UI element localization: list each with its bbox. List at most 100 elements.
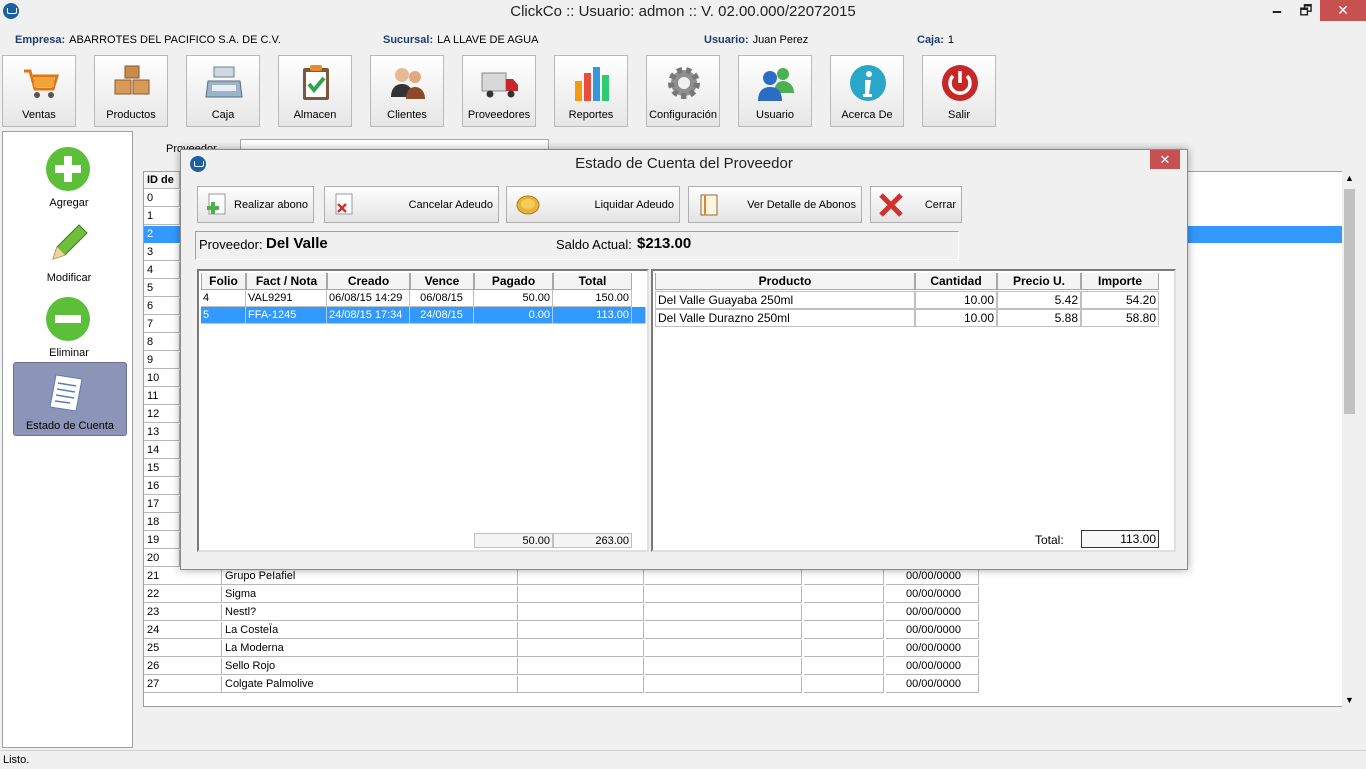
notas-grid[interactable]: Folio Fact / Nota Creado Vence Pagado To… [197,269,649,552]
col-folio[interactable]: Folio [201,273,246,290]
ver-detalle-abonos-button[interactable]: Ver Detalle de Abonos [688,186,862,223]
cell-id: 3 [144,244,180,261]
col-total[interactable]: Total [553,273,632,290]
maximize-button[interactable]: 🗗 [1292,0,1320,21]
col-producto[interactable]: Producto [655,273,915,290]
cell-empty [645,586,802,603]
shopping-cart-icon [24,69,60,98]
cell-date: 00/00/0000 [886,568,979,585]
cerrar-button[interactable]: Cerrar [870,186,962,223]
cash-register-icon [205,66,243,98]
cell-name: Sello Rojo [222,658,518,675]
pencil-icon [52,224,88,260]
toolbar-ventas-button[interactable]: Ventas [2,55,76,127]
toolbar-configuracion-button[interactable]: Configuración [646,55,720,127]
toolbar-acerca-button[interactable]: Acerca De [830,55,904,127]
cell-empty [645,622,802,639]
cell-precio: 5.88 [997,309,1081,327]
table-row[interactable]: 26 Sello Rojo 00/00/0000 [144,658,1344,676]
minimize-button[interactable]: 🗕 [1262,0,1292,21]
col-vence[interactable]: Vence [410,273,474,290]
liquidar-adeudo-label: Liquidar Adeudo [594,199,674,211]
usuario-label: Usuario: [704,34,749,46]
scroll-down-icon[interactable]: ▼ [1345,695,1354,705]
cell-date: 00/00/0000 [886,622,979,639]
proveedor-label: Proveedor: [199,237,263,252]
col-pagado[interactable]: Pagado [474,273,553,290]
empresa-label: Empresa: [15,34,66,46]
dialog-close-button[interactable]: ✕ [1150,150,1180,169]
toolbar-caja-label: Caja [211,109,235,121]
toolbar-proveedores-button[interactable]: Proveedores [462,55,536,127]
toolbar-reportes-button[interactable]: Reportes [554,55,628,127]
realizar-abono-button[interactable]: Realizar abono [197,186,314,223]
cell-id: 26 [144,658,222,675]
sucursal-label: Sucursal: [383,34,434,46]
scroll-thumb[interactable] [1344,189,1355,414]
cell-empty [804,586,884,603]
cell-id: 22 [144,586,222,603]
scroll-up-icon[interactable]: ▲ [1345,173,1354,183]
caja-label: Caja: [917,34,944,46]
cell-importe: 54.20 [1081,291,1159,309]
liquidar-adeudo-button[interactable]: Liquidar Adeudo [506,186,680,223]
toolbar-clientes-button[interactable]: Clientes [370,55,444,127]
modificar-label: Modificar [46,272,92,284]
toolbar-productos-button[interactable]: Productos [94,55,168,127]
status-bar: Listo. [0,750,1366,769]
cell-id: 0 [144,190,180,207]
table-row[interactable]: 21 Grupo PeIafiel 00/00/0000 [144,568,1344,586]
window-title-bar: ClickCo :: Usuario: admon :: V. 02.00.00… [0,0,1366,24]
col-precio[interactable]: Precio U. [997,273,1081,290]
cell-id: 27 [144,676,222,693]
cell-empty [645,604,802,621]
saldo-label: Saldo Actual: [556,237,632,252]
modificar-button[interactable]: Modificar [13,215,125,287]
cell-empty [804,658,884,675]
users-icon [758,68,794,101]
toolbar-configuracion-label: Configuración [649,109,717,121]
toolbar-caja-button[interactable]: Caja [186,55,260,127]
estado-de-cuenta-button[interactable]: Estado de Cuenta [13,362,127,436]
row-fill [632,307,646,324]
table-row[interactable]: 27 Colgate Palmolive 00/00/0000 [144,676,1344,694]
cell-id: 8 [144,334,180,351]
table-row[interactable]: 22 Sigma 00/00/0000 [144,586,1344,604]
col-id[interactable]: ID de [144,172,180,189]
sum-pagado: 50.00 [474,533,553,548]
col-fact-nota[interactable]: Fact / Nota [246,273,327,290]
cell-creado: 24/08/15 17:34 [327,307,410,324]
cell-date: 00/00/0000 [886,640,979,657]
document-list-icon [49,374,83,412]
cell-id: 13 [144,424,180,441]
col-importe[interactable]: Importe [1081,273,1159,290]
col-cantidad[interactable]: Cantidad [915,273,997,290]
cell-id: 2 [144,226,180,243]
productos-grid[interactable]: Producto Cantidad Precio U. Importe Tota… [651,269,1176,552]
toolbar-proveedores-label: Proveedores [467,109,531,121]
table-row[interactable]: 25 La Moderna 00/00/0000 [144,640,1344,658]
table-row[interactable]: 24 La CosteÏa 00/00/0000 [144,622,1344,640]
toolbar-usuario-label: Usuario [756,109,794,121]
cell-id: 16 [144,478,180,495]
boxes-icon [114,65,150,95]
close-window-button[interactable]: ✕ [1320,0,1366,21]
toolbar-almacen-button[interactable]: Almacen [278,55,352,127]
cell-total: 150.00 [553,290,632,307]
ver-detalle-abonos-label: Ver Detalle de Abonos [747,199,856,211]
cancelar-adeudo-button[interactable]: Cancelar Adeudo [324,186,499,223]
table-row[interactable]: 23 Nestl? 00/00/0000 [144,604,1344,622]
empresa-value: ABARROTES DEL PACIFICO S.A. DE C.V. [69,34,281,46]
cell-empty [645,658,802,675]
toolbar-usuario-button[interactable]: Usuario [738,55,812,127]
cell-name: Nestl? [222,604,518,621]
cell-empty [518,568,644,585]
col-creado[interactable]: Creado [327,273,410,290]
grid-vertical-scrollbar[interactable]: ▲ ▼ [1342,171,1357,707]
cell-empty [518,658,644,675]
minus-circle-icon [46,297,90,341]
agregar-button[interactable]: Agregar [13,140,125,212]
eliminar-button[interactable]: Eliminar [13,290,125,362]
toolbar-salir-label: Salir [947,109,970,121]
toolbar-salir-button[interactable]: Salir [922,55,996,127]
